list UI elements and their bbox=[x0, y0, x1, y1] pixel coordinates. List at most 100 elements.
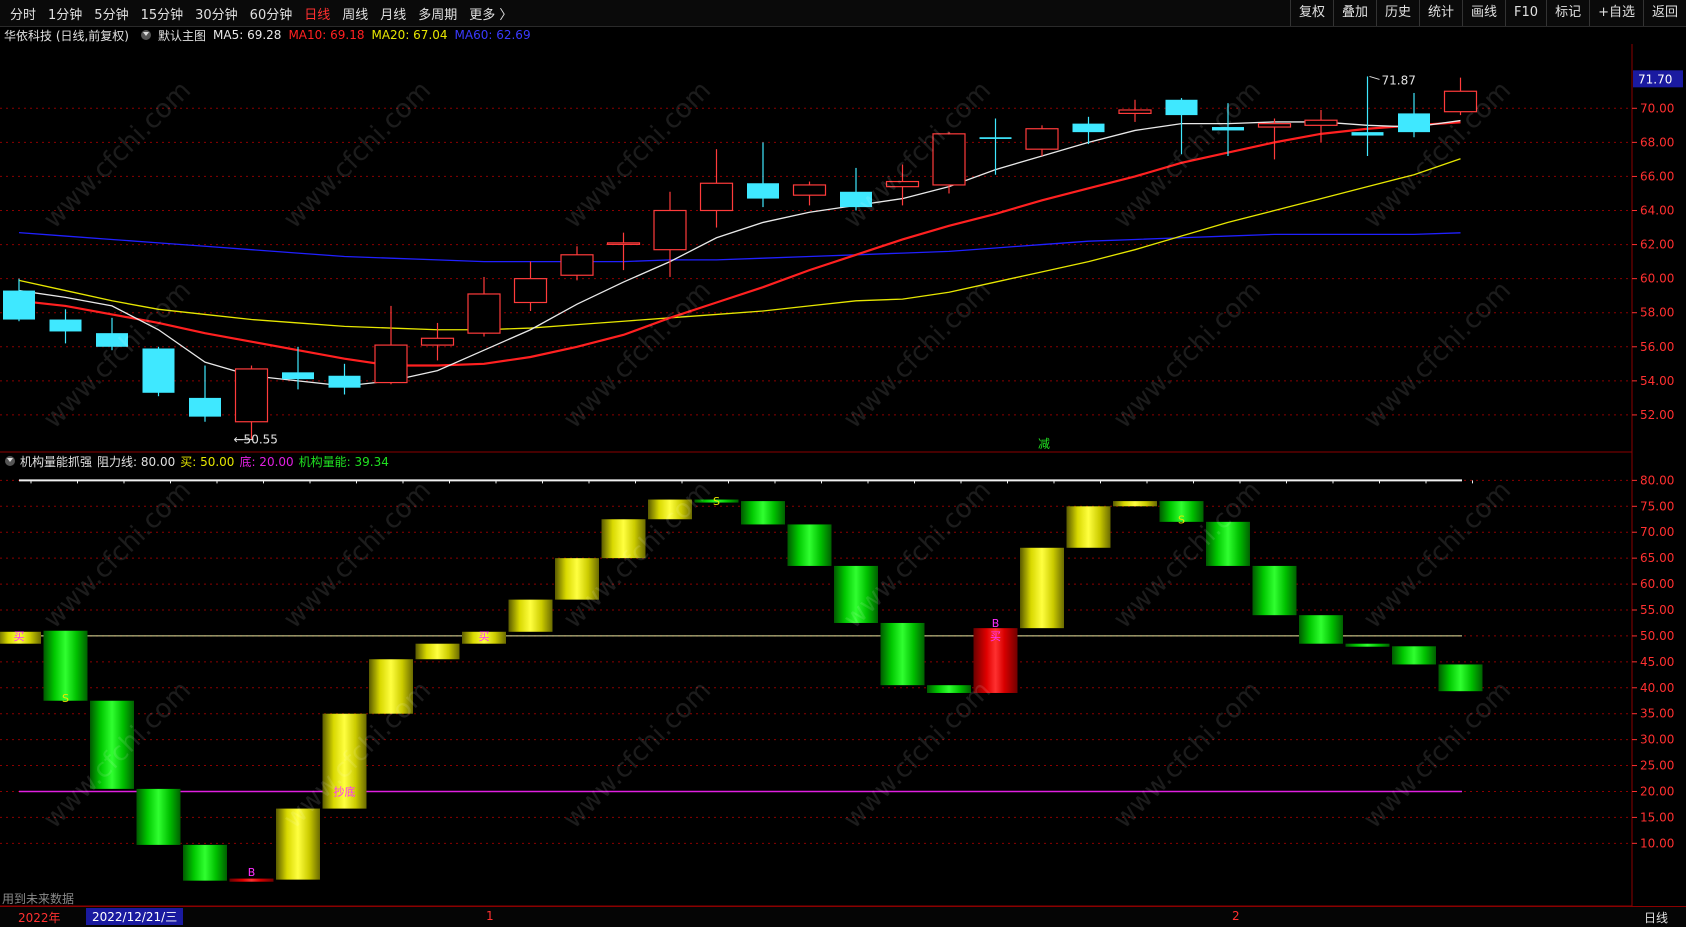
candle-body bbox=[792, 184, 827, 196]
tab-1[interactable]: 1分钟 bbox=[42, 4, 88, 23]
candle-body bbox=[979, 137, 1012, 139]
candle-body bbox=[467, 293, 501, 334]
ma60-label: MA60: 62.69 bbox=[454, 28, 531, 42]
energy-bar bbox=[1252, 565, 1297, 616]
tab-3[interactable]: 15分钟 bbox=[135, 4, 190, 23]
candle-body bbox=[1398, 113, 1430, 133]
cursor-date: 2022/12/21/三 bbox=[86, 908, 184, 925]
tool-button-0[interactable]: 复权 bbox=[1289, 0, 1333, 26]
candle-body bbox=[606, 242, 641, 245]
ma10-label: MA10: 69.18 bbox=[288, 28, 365, 42]
current-price-label: 71.70 bbox=[1638, 72, 1672, 86]
candle-body bbox=[1304, 119, 1338, 126]
tab-8[interactable]: 月线 bbox=[374, 4, 412, 23]
energy-bar bbox=[1345, 643, 1390, 647]
energy-bar bbox=[276, 808, 320, 880]
candle-body bbox=[1212, 127, 1244, 131]
energy-bar bbox=[1020, 547, 1064, 629]
tool-button-7[interactable]: +自选 bbox=[1589, 0, 1643, 26]
sub-tick-label: 60.00 bbox=[1640, 577, 1674, 591]
tab-0[interactable]: 分时 bbox=[4, 4, 42, 23]
main-chart-selector[interactable]: 默认主图 bbox=[158, 27, 206, 44]
candle-body bbox=[932, 133, 966, 186]
signal-label: B bbox=[992, 617, 1000, 630]
signal-label: 买 bbox=[990, 630, 1001, 643]
period-label: 日线 bbox=[1644, 911, 1669, 925]
chart-area[interactable]: 52.00 54.00 56.00 58.00 60.00 62.00 64.00 66.00… bbox=[0, 44, 1686, 906]
tab-10[interactable]: 更多 〉 bbox=[463, 4, 518, 23]
main-chart-info: 华依科技 (日线,前复权) 默认主图 MA5: 69.28 MA10: 69.1… bbox=[0, 26, 538, 44]
tool-button-4[interactable]: 画线 bbox=[1462, 0, 1505, 26]
candle-body bbox=[142, 348, 175, 393]
candle-body bbox=[282, 372, 314, 380]
tool-button-2[interactable]: 历史 bbox=[1375, 0, 1419, 26]
future-data-note: 用到未来数据 bbox=[2, 892, 75, 906]
tab-7[interactable]: 周线 bbox=[336, 4, 374, 23]
tab-4[interactable]: 30分钟 bbox=[189, 4, 244, 23]
tool-button-8[interactable]: 返回 bbox=[1642, 0, 1686, 26]
energy-bar bbox=[1066, 506, 1111, 548]
signal-label: S bbox=[62, 692, 69, 705]
candle-body bbox=[1165, 99, 1198, 116]
sub-tick-label: 25.00 bbox=[1640, 759, 1674, 773]
month-label-1: 1 bbox=[486, 909, 494, 923]
signal-label: B bbox=[248, 866, 256, 879]
candle-body bbox=[234, 368, 269, 423]
tool-button-6[interactable]: 标记 bbox=[1546, 0, 1589, 26]
sub-tick-label: 75.00 bbox=[1640, 499, 1674, 513]
signal-label: 买 bbox=[14, 630, 25, 643]
energy-bar bbox=[927, 685, 971, 693]
energy-bar bbox=[229, 878, 274, 882]
candle-body bbox=[1257, 123, 1292, 128]
energy-bar bbox=[90, 700, 134, 789]
energy-bar bbox=[1392, 646, 1436, 665]
main-tick-label: 70.00 bbox=[1640, 101, 1674, 115]
candle-body bbox=[420, 337, 455, 346]
energy-bar bbox=[183, 844, 227, 881]
candle-body bbox=[1072, 123, 1105, 133]
main-tick-label: 62.00 bbox=[1640, 238, 1674, 252]
tab-5[interactable]: 60分钟 bbox=[244, 4, 299, 23]
energy-bar bbox=[601, 519, 646, 559]
sub-tick-label: 45.00 bbox=[1640, 655, 1674, 669]
energy-bar bbox=[880, 622, 925, 686]
tool-button-1[interactable]: 叠加 bbox=[1332, 0, 1376, 26]
sub-tick-label: 40.00 bbox=[1640, 681, 1674, 695]
candle-body bbox=[840, 191, 872, 208]
ma20-label: MA20: 67.04 bbox=[371, 28, 448, 42]
sub-tick-label: 30.00 bbox=[1640, 733, 1674, 747]
candle-body bbox=[1025, 128, 1059, 150]
energy-bar bbox=[1113, 501, 1157, 507]
candle-body bbox=[1351, 132, 1384, 136]
signal-label: 抄底 bbox=[334, 784, 356, 798]
dropdown-icon[interactable] bbox=[141, 30, 151, 40]
candle-body bbox=[96, 333, 128, 347]
jian-label: 减 bbox=[1038, 437, 1050, 451]
candle-body bbox=[374, 344, 408, 384]
candle-body bbox=[653, 209, 687, 251]
period-tabs: 分时 1分钟 5分钟 15分钟 30分钟 60分钟 日线 周线 月线 多周期 更多 〉 bbox=[4, 0, 518, 26]
candle-body bbox=[885, 180, 920, 188]
main-tick-label: 64.00 bbox=[1640, 204, 1674, 218]
candle-body bbox=[49, 319, 82, 332]
tab-2[interactable]: 5分钟 bbox=[88, 4, 134, 23]
low-label: ←50.55 bbox=[234, 433, 278, 447]
energy-bar bbox=[1438, 664, 1483, 692]
sub-tick-label: 20.00 bbox=[1640, 784, 1674, 798]
sub-tick-label: 10.00 bbox=[1640, 836, 1674, 850]
main-tick-label: 58.00 bbox=[1640, 306, 1674, 320]
tool-button-3[interactable]: 统计 bbox=[1419, 0, 1462, 26]
energy-bar bbox=[43, 630, 88, 701]
sub-tick-label: 15.00 bbox=[1640, 810, 1674, 824]
main-tick-label: 68.00 bbox=[1640, 135, 1674, 149]
signal-label: S bbox=[1178, 513, 1185, 526]
tab-6[interactable]: 日线 bbox=[298, 4, 336, 23]
sub-tick-label: 50.00 bbox=[1640, 629, 1674, 643]
tool-button-5[interactable]: F10 bbox=[1505, 0, 1546, 26]
tab-9[interactable]: 多周期 bbox=[412, 4, 463, 23]
signal-label: 买 bbox=[479, 630, 490, 643]
energy-bar bbox=[415, 643, 460, 660]
main-tick-label: 52.00 bbox=[1640, 408, 1674, 422]
top-toolbar: 分时 1分钟 5分钟 15分钟 30分钟 60分钟 日线 周线 月线 多周期 更多 〉 复权 叠加 历史… bbox=[0, 0, 1686, 27]
main-tick-label: 60.00 bbox=[1640, 272, 1674, 286]
